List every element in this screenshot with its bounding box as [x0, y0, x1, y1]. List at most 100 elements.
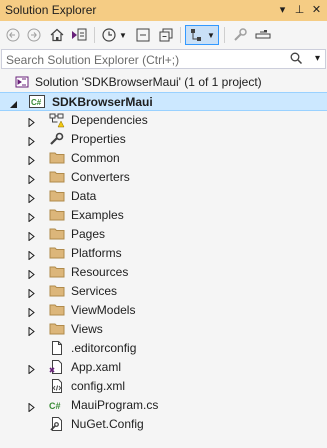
collapsed-arrow-icon[interactable]: [27, 135, 36, 147]
collapsed-arrow-icon[interactable]: [27, 154, 36, 166]
folder-icon: [49, 264, 65, 280]
chevron-down-icon: ▼: [119, 30, 127, 40]
folder-icon: [49, 245, 65, 261]
svg-text:C#: C#: [31, 98, 42, 107]
tree-item-label: NuGet.Config: [71, 417, 144, 431]
collapsed-arrow-icon[interactable]: [27, 116, 36, 128]
tree-item-label: Pages: [71, 227, 106, 241]
tree-item-common[interactable]: Common: [0, 149, 327, 168]
clock-history-icon: [102, 28, 116, 42]
back-button[interactable]: [4, 25, 22, 45]
collapsed-arrow-icon[interactable]: [27, 287, 36, 299]
preview-selected-items-button[interactable]: [252, 25, 274, 45]
tree-item-properties[interactable]: Properties: [0, 130, 327, 149]
search-input[interactable]: Search Solution Explorer (Ctrl+;): [6, 53, 179, 67]
switch-views-button[interactable]: [68, 25, 90, 45]
tree-item-label: App.xaml: [71, 360, 122, 374]
show-all-files-toggle[interactable]: ▼: [185, 25, 219, 45]
csharp-file-icon: C#: [48, 397, 64, 413]
toolbar-separator: [224, 27, 225, 43]
collapsed-arrow-icon[interactable]: [27, 363, 36, 375]
tree-item-label: Properties: [71, 132, 126, 146]
tree-item-config-xml[interactable]: config.xml: [0, 377, 327, 396]
forward-arrow-icon: [27, 28, 41, 42]
collapsed-arrow-icon[interactable]: [27, 306, 36, 318]
tree-item-label: MauiProgram.cs: [71, 398, 159, 412]
tree-item-resources[interactable]: Resources: [0, 263, 327, 282]
collapse-all-button[interactable]: [156, 25, 176, 45]
folder-icon: [49, 283, 65, 299]
tree-item-data[interactable]: Data: [0, 187, 327, 206]
xaml-file-icon: [49, 359, 65, 375]
tree-item-views[interactable]: Views: [0, 320, 327, 339]
tree-item-editorconfig[interactable]: .editorconfig: [0, 339, 327, 358]
xml-file-icon: [49, 378, 65, 394]
toolbar-separator: [180, 27, 181, 43]
properties-icon: [49, 131, 65, 147]
project-node[interactable]: C# SDKBrowserMaui: [0, 92, 327, 111]
pending-changes-filter-button[interactable]: ▼: [99, 25, 129, 45]
back-arrow-icon: [6, 28, 20, 42]
tree-view-icon: [191, 29, 202, 41]
tree-item-pages[interactable]: Pages: [0, 225, 327, 244]
wrench-icon: [234, 28, 247, 41]
tree-item-label: config.xml: [71, 379, 126, 393]
tree-item-label: Converters: [71, 170, 130, 184]
collapsed-arrow-icon[interactable]: [27, 192, 36, 204]
home-button[interactable]: [47, 25, 67, 45]
collapsed-arrow-icon[interactable]: [27, 401, 36, 413]
toolbar: ▼ ▼: [0, 21, 327, 49]
toolbar-separator: [94, 27, 95, 43]
forward-button[interactable]: [25, 25, 43, 45]
tree-item-label: Platforms: [71, 246, 122, 260]
search-box[interactable]: Search Solution Explorer (Ctrl+;) ▾: [1, 49, 326, 69]
folder-icon: [49, 150, 65, 166]
tree-item-app-xaml[interactable]: App.xaml: [0, 358, 327, 377]
folder-icon: [49, 302, 65, 318]
folder-icon: [49, 188, 65, 204]
tree-item-mauiprogram-cs[interactable]: C# MauiProgram.cs: [0, 396, 327, 415]
solution-node[interactable]: Solution 'SDKBrowserMaui' (1 of 1 projec…: [0, 73, 327, 92]
csharp-project-icon: C#: [29, 94, 45, 110]
tree-item-label: Data: [71, 189, 97, 203]
tree-item-services[interactable]: Services: [0, 282, 327, 301]
auto-hide-pin-icon[interactable]: ⊥: [292, 2, 307, 18]
config-file-icon: [49, 416, 65, 432]
folder-icon: [49, 226, 65, 242]
properties-button[interactable]: [230, 25, 250, 45]
folder-icon: [49, 321, 65, 337]
solution-tree: Solution 'SDKBrowserMaui' (1 of 1 projec…: [0, 70, 327, 448]
title-bar: Solution Explorer ▾ ⊥ ✕: [0, 0, 327, 21]
sync-with-active-document-button[interactable]: [133, 25, 153, 45]
tree-item-viewmodels[interactable]: ViewModels: [0, 301, 327, 320]
tree-item-platforms[interactable]: Platforms: [0, 244, 327, 263]
tree-item-label: ViewModels: [71, 303, 136, 317]
expanded-arrow-icon[interactable]: [9, 98, 18, 108]
close-icon[interactable]: ✕: [309, 2, 324, 18]
tree-item-converters[interactable]: Converters: [0, 168, 327, 187]
file-icon: [49, 340, 65, 356]
collapsed-arrow-icon[interactable]: [27, 249, 36, 261]
search-icon[interactable]: [290, 52, 303, 68]
tree-item-label: Services: [71, 284, 118, 298]
collapsed-arrow-icon[interactable]: [27, 268, 36, 280]
svg-text:C#: C#: [49, 401, 61, 411]
solution-label: Solution 'SDKBrowserMaui' (1 of 1 projec…: [35, 75, 262, 89]
project-label: SDKBrowserMaui: [52, 95, 153, 109]
tree-item-examples[interactable]: Examples: [0, 206, 327, 225]
search-options-dropdown[interactable]: ▾: [315, 53, 320, 64]
collapsed-arrow-icon[interactable]: [27, 230, 36, 242]
collapsed-arrow-icon[interactable]: [27, 325, 36, 337]
window-position-dropdown-icon[interactable]: ▾: [275, 2, 290, 18]
tree-item-label: Dependencies: [71, 113, 148, 127]
window-title: Solution Explorer: [5, 3, 97, 17]
collapsed-arrow-icon[interactable]: [27, 173, 36, 185]
tree-item-nuget-config[interactable]: NuGet.Config: [0, 415, 327, 434]
tree-item-label: Views: [71, 322, 103, 336]
home-icon: [50, 28, 64, 42]
solution-icon: [14, 74, 30, 90]
tree-item-dependencies[interactable]: Dependencies: [0, 111, 327, 130]
collapse-all-icon: [159, 28, 173, 42]
collapsed-arrow-icon[interactable]: [27, 211, 36, 223]
dependencies-icon: [49, 112, 65, 128]
